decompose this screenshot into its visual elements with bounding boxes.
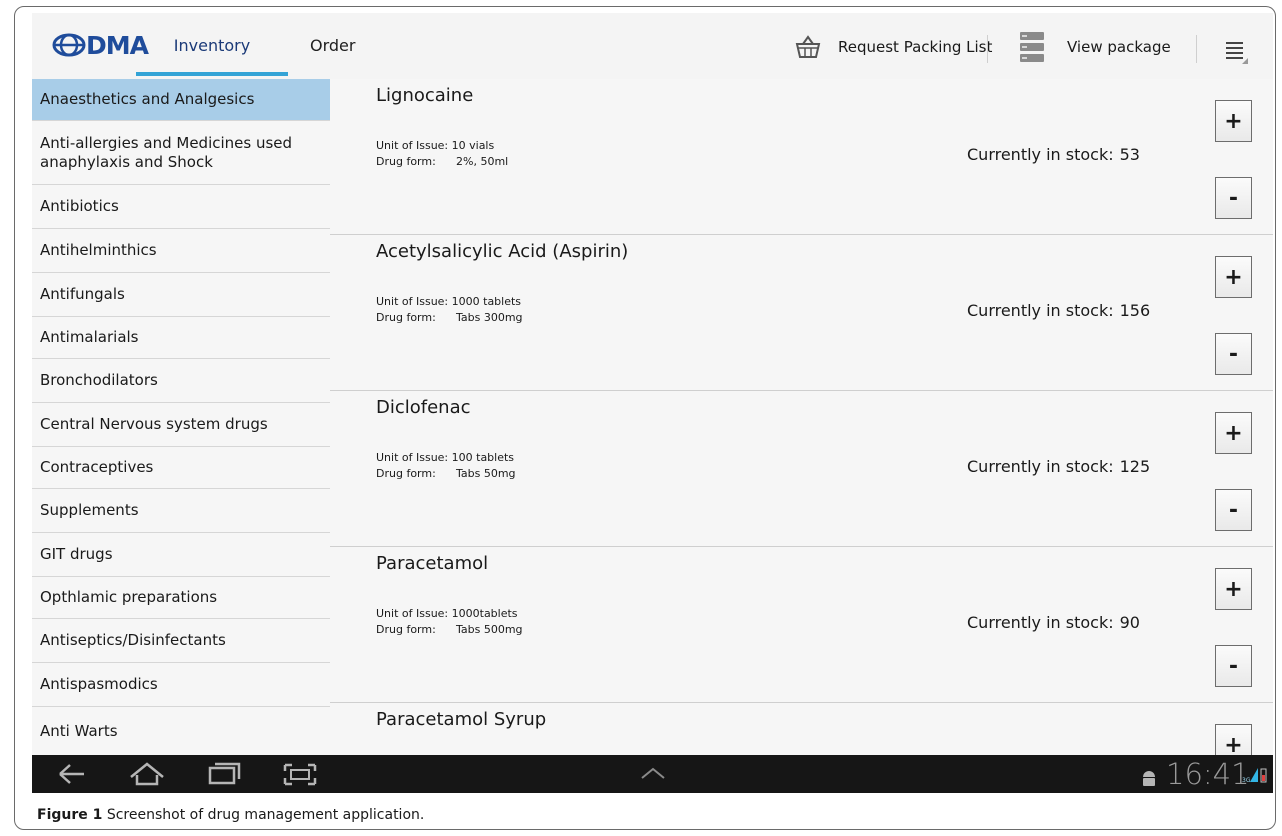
drug-form-value: 2%, 50ml bbox=[456, 155, 509, 168]
category-item[interactable]: Antifungals bbox=[32, 273, 330, 317]
request-packing-list-button[interactable]: Request Packing List bbox=[794, 27, 992, 67]
drug-unit: Unit of Issue: 10 vials bbox=[376, 139, 495, 152]
increase-stock-button[interactable]: + bbox=[1215, 256, 1252, 298]
drug-unit: Unit of Issue: 1000tablets bbox=[376, 607, 518, 620]
drug-unit: Unit of Issue: 100 tablets bbox=[376, 451, 515, 464]
drug-row: Diclofenac Unit of Issue: 100 tablets Dr… bbox=[330, 391, 1273, 547]
category-item[interactable]: GIT drugs bbox=[32, 533, 330, 577]
system-nav-bar: 16:41 3G bbox=[32, 755, 1273, 793]
app-logo[interactable]: DMA bbox=[52, 31, 149, 60]
category-item[interactable]: Bronchodilators bbox=[32, 359, 330, 403]
decrease-stock-button[interactable]: - bbox=[1215, 489, 1252, 531]
stock-readout: Currently in stock: 125 bbox=[967, 457, 1150, 476]
drug-name: Diclofenac bbox=[376, 397, 471, 418]
tab-inventory[interactable]: Inventory bbox=[136, 13, 288, 77]
stock-label: Currently in stock: bbox=[967, 145, 1114, 164]
stock-readout: Currently in stock: 53 bbox=[967, 145, 1140, 164]
drug-row: Acetylsalicylic Acid (Aspirin) Unit of I… bbox=[330, 235, 1273, 391]
action-bar: DMA Inventory Order Request Packing List bbox=[32, 13, 1273, 79]
tab-selected-indicator bbox=[136, 72, 288, 76]
decrease-stock-button[interactable]: - bbox=[1215, 645, 1252, 687]
tab-order[interactable]: Order bbox=[310, 13, 355, 77]
category-item[interactable]: Contraceptives bbox=[32, 447, 330, 489]
decrease-stock-button[interactable]: - bbox=[1215, 333, 1252, 375]
category-item[interactable]: Antihelminthics bbox=[32, 229, 330, 273]
category-item[interactable]: Antibiotics bbox=[32, 185, 330, 229]
clock: 16:41 bbox=[1166, 757, 1250, 791]
screenshot-icon[interactable] bbox=[280, 755, 320, 793]
drug-name: Paracetamol bbox=[376, 553, 489, 574]
decrease-stock-button[interactable]: - bbox=[1215, 177, 1252, 219]
drug-form-label: Drug form: bbox=[376, 155, 436, 168]
drug-form-value: Tabs 50mg bbox=[456, 467, 516, 480]
recent-apps-icon[interactable] bbox=[204, 755, 244, 793]
caption-text: Screenshot of drug management applicatio… bbox=[106, 807, 425, 823]
logo-icon bbox=[52, 33, 86, 57]
chevron-up-icon[interactable] bbox=[638, 755, 668, 793]
drug-row: Paracetamol Unit of Issue: 1000tablets D… bbox=[330, 547, 1273, 703]
action-separator bbox=[987, 35, 988, 63]
category-item[interactable]: Supplements bbox=[32, 489, 330, 533]
stock-count: 125 bbox=[1119, 457, 1151, 476]
figure-frame: DMA Inventory Order Request Packing List bbox=[14, 6, 1276, 830]
caption-label: Figure 1 bbox=[37, 807, 103, 823]
server-icon bbox=[1020, 32, 1044, 62]
drug-name: Paracetamol Syrup bbox=[376, 709, 547, 730]
stock-readout: Currently in stock: 156 bbox=[967, 301, 1150, 320]
category-item[interactable]: Antispasmodics bbox=[32, 663, 330, 707]
app-window: DMA Inventory Order Request Packing List bbox=[32, 13, 1273, 793]
figure-caption: Figure 1 Screenshot of drug management a… bbox=[37, 807, 424, 823]
stock-count: 53 bbox=[1119, 145, 1140, 164]
drug-name: Acetylsalicylic Acid (Aspirin) bbox=[376, 241, 629, 262]
view-package-button[interactable]: View package bbox=[1019, 27, 1171, 67]
increase-stock-button[interactable]: + bbox=[1215, 100, 1252, 142]
drug-form-value: Tabs 300mg bbox=[456, 311, 523, 324]
drug-form-label: Drug form: bbox=[376, 311, 436, 324]
stock-label: Currently in stock: bbox=[967, 613, 1114, 632]
stock-readout: Currently in stock: 90 bbox=[967, 613, 1140, 632]
increase-stock-button[interactable]: + bbox=[1215, 412, 1252, 454]
network-type: 3G bbox=[1242, 777, 1251, 784]
stock-label: Currently in stock: bbox=[967, 457, 1114, 476]
drug-unit: Unit of Issue: 1000 tablets bbox=[376, 295, 522, 308]
overflow-menu-icon[interactable] bbox=[1222, 37, 1252, 67]
increase-stock-button[interactable]: + bbox=[1215, 568, 1252, 610]
category-item[interactable]: Central Nervous system drugs bbox=[32, 403, 330, 447]
basket-icon bbox=[795, 35, 821, 58]
action-separator bbox=[1196, 35, 1197, 63]
category-sidebar: Anaesthetics and Analgesics Anti-allergi… bbox=[32, 79, 330, 755]
category-item[interactable]: Antimalarials bbox=[32, 317, 330, 359]
drug-form-label: Drug form: bbox=[376, 467, 436, 480]
drug-form-value: Tabs 500mg bbox=[456, 623, 523, 636]
stock-count: 90 bbox=[1119, 613, 1140, 632]
drug-row: Paracetamol Syrup + bbox=[330, 703, 1273, 755]
request-packing-list-label: Request Packing List bbox=[838, 38, 993, 56]
category-item[interactable]: Anaesthetics and Analgesics bbox=[32, 79, 330, 121]
drug-row: Lignocaine Unit of Issue: 10 vials Drug … bbox=[330, 79, 1273, 235]
back-icon[interactable] bbox=[54, 755, 88, 793]
android-icon bbox=[1143, 771, 1155, 786]
category-item[interactable]: Antiseptics/Disinfectants bbox=[32, 619, 330, 663]
drug-form-label: Drug form: bbox=[376, 623, 436, 636]
stock-label: Currently in stock: bbox=[967, 301, 1114, 320]
view-package-label: View package bbox=[1067, 38, 1171, 56]
category-item[interactable]: Anti Warts bbox=[32, 707, 330, 755]
drug-name: Lignocaine bbox=[376, 85, 474, 106]
home-icon[interactable] bbox=[127, 755, 167, 793]
category-item[interactable]: Anti-allergies and Medicines used anaphy… bbox=[32, 121, 330, 185]
stock-count: 156 bbox=[1119, 301, 1151, 320]
drug-list: Lignocaine Unit of Issue: 10 vials Drug … bbox=[330, 79, 1273, 755]
increase-stock-button[interactable]: + bbox=[1215, 724, 1252, 755]
signal-battery-icon: 3G bbox=[1242, 768, 1267, 784]
category-item[interactable]: Opthlamic preparations bbox=[32, 577, 330, 619]
